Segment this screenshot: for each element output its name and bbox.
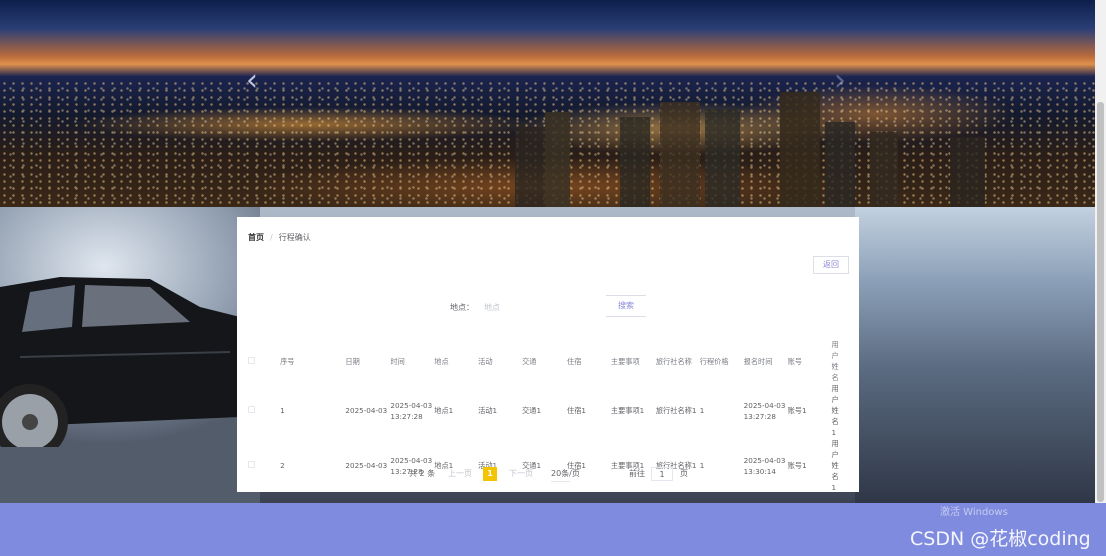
table-cell: 用户姓名1 — [831, 384, 839, 437]
page-size-select[interactable]: 20条/页 ⌄ — [551, 467, 580, 482]
windows-activation-watermark: 激活 Windows — [940, 507, 1008, 518]
csdn-watermark: CSDN @花椒coding — [910, 528, 1091, 550]
table-cell: 活动1 — [478, 406, 498, 415]
table-cell: 住宿1 — [567, 406, 586, 415]
city-skyline-image — [515, 92, 985, 207]
pagination-total: 共 2 条 — [409, 469, 436, 478]
table-cell: 活动1 — [478, 461, 498, 470]
column-header: 住宿 — [567, 356, 582, 366]
table-cell: 交通1 — [522, 461, 542, 470]
scrollbar-thumb[interactable] — [1097, 102, 1104, 502]
column-header: 地点 — [434, 356, 449, 366]
page-scrollbar[interactable] — [1095, 0, 1106, 503]
table-cell: 账号1 — [787, 406, 807, 415]
select-all-checkbox[interactable] — [248, 356, 255, 364]
chevron-right-icon: › — [834, 63, 846, 98]
table-cell: 旅行社名称1 — [655, 406, 697, 415]
carousel-next-arrow[interactable]: › — [834, 66, 846, 96]
pagination-goto-label: 前往 — [629, 469, 645, 478]
pagination-next[interactable]: 下一页 — [509, 467, 533, 481]
city-background-image — [855, 207, 1095, 503]
search-label: 地点： — [450, 303, 474, 312]
column-header: 序号 — [280, 356, 295, 366]
content-panel: 首页 / 行程确认 返回 地点： 搜索 序号 日期 时间 地点 活动 交通 住宿… — [237, 217, 859, 492]
column-header: 日期 — [345, 356, 360, 366]
column-header: 行程价格 — [699, 356, 729, 366]
table-cell: 2025-04-03 13:27:28 — [390, 400, 433, 421]
table-cell: 2025-04-03 13:27:28 — [743, 400, 786, 421]
table-cell: 交通1 — [522, 406, 542, 415]
table-cell: 2025-04-03 — [345, 461, 388, 470]
row-checkbox[interactable] — [248, 406, 255, 413]
car-image — [0, 277, 240, 447]
table-cell: 用户姓名1 — [831, 439, 839, 492]
breadcrumb-current: 行程确认 — [278, 233, 311, 242]
table-cell: 1 — [699, 406, 705, 415]
table-cell: 主要事项1 — [610, 406, 645, 415]
column-header: 旅行社名称 — [655, 356, 692, 366]
table-cell: 旅行社名称1 — [655, 461, 697, 470]
table-cell: 账号1 — [787, 461, 807, 470]
table-cell: 2025-04-03 13:30:14 — [743, 455, 786, 476]
table-header-row: 序号 日期 时间 地点 活动 交通 住宿 主要事项 旅行社名称 行程价格 报名时… — [248, 339, 853, 383]
column-header: 报名时间 — [743, 356, 773, 366]
table-cell: 地点1 — [434, 406, 454, 415]
table-cell: 住宿1 — [567, 461, 586, 470]
pagination-page-suffix: 页 — [680, 469, 688, 478]
chevron-left-icon: ‹ — [246, 63, 258, 98]
column-header: 时间 — [390, 356, 405, 366]
carousel-banner: ‹ › — [0, 0, 1095, 207]
table-row[interactable]: 2 2025-04-03 2025-04-03 13:27:28 地点1 活动1… — [248, 438, 853, 493]
row-checkbox[interactable] — [248, 461, 255, 468]
column-header: 账号 — [787, 356, 802, 366]
table-cell: 1 — [280, 406, 285, 415]
table-row[interactable]: 1 2025-04-03 2025-04-03 13:27:28 地点1 活动1… — [248, 383, 853, 438]
breadcrumb-home[interactable]: 首页 — [248, 232, 264, 243]
table-cell: 1 — [699, 461, 705, 470]
pagination-goto-input[interactable]: 1 — [651, 467, 673, 481]
pagination-page-1[interactable]: 1 — [483, 467, 497, 481]
breadcrumb-separator: / — [270, 233, 273, 242]
carousel-prev-arrow[interactable]: ‹ — [246, 66, 258, 96]
table-cell: 2 — [280, 461, 285, 470]
search-button[interactable]: 搜索 — [606, 295, 646, 317]
table-cell: 2025-04-03 — [345, 406, 388, 415]
search-input[interactable] — [484, 300, 584, 314]
pagination-prev[interactable]: 上一页 — [448, 467, 472, 481]
column-header: 主要事项 — [610, 356, 640, 366]
column-header: 活动 — [478, 356, 493, 366]
table-cell: 2025-04-03 13:27:28 — [390, 455, 433, 476]
column-header: 交通 — [522, 356, 537, 366]
table-cell: 地点1 — [434, 461, 454, 470]
breadcrumb: 首页 / 行程确认 — [248, 232, 311, 243]
page-size-value: 20条/页 — [551, 469, 580, 478]
column-header: 用户姓名 — [831, 340, 839, 382]
table-cell: 主要事项1 — [610, 461, 645, 470]
back-button[interactable]: 返回 — [813, 256, 849, 274]
